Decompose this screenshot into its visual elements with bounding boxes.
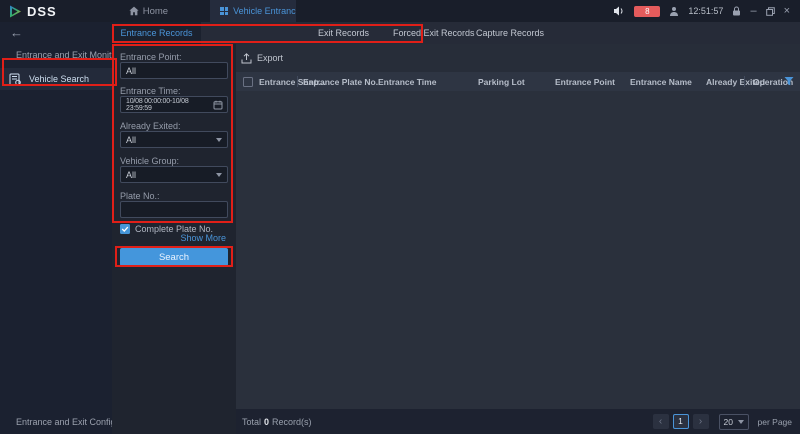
vehicle-group-value: All <box>126 170 136 180</box>
column-entrance-plate-no[interactable]: Entrance Plate No. <box>303 77 378 87</box>
entrance-point-label: Entrance Point: <box>120 52 182 62</box>
module-grid-icon <box>220 7 228 15</box>
entrance-time-value: 10/08 00:00:00-10/08 23:59:59 <box>126 98 211 112</box>
user-icon[interactable] <box>669 6 679 16</box>
column-entrance-name[interactable]: Entrance Name <box>630 77 692 87</box>
brand-name: DSS <box>27 4 57 19</box>
filter-funnel-icon[interactable] <box>784 76 794 86</box>
column-divider <box>744 76 745 87</box>
already-exited-value: All <box>126 135 136 145</box>
results-toolbar: Export <box>236 44 800 72</box>
results-area: Export Entrance Snap... Entrance Plate N… <box>236 44 800 434</box>
pagination-bar: Total 0 Record(s) ‹ 1 › 20 per Page <box>236 409 800 434</box>
entrance-time-input[interactable]: 10/08 00:00:00-10/08 23:59:59 <box>120 96 228 113</box>
show-more-link[interactable]: Show More <box>180 233 226 243</box>
tab-capture-records[interactable]: Capture Records <box>476 22 544 44</box>
home-tab-label: Home <box>143 6 168 17</box>
table-header: Entrance Snap... Entrance Plate No. Entr… <box>236 72 800 91</box>
alarm-count-badge[interactable]: 8 <box>634 6 660 17</box>
sidebar-item-label: Entrance and Exit Monit... <box>16 50 112 60</box>
sidebar-item-label: Vehicle Search <box>29 74 89 84</box>
export-icon <box>241 53 252 64</box>
entrance-time-label: Entrance Time: <box>120 86 181 96</box>
record-tabs: Entrance Records Exit Records Forced Exi… <box>112 22 800 44</box>
system-clock: 12:51:57 <box>688 6 723 16</box>
window-controls: 8 12:51:57 – × <box>613 0 800 22</box>
current-page-button[interactable]: 1 <box>673 414 689 429</box>
dss-logo-icon <box>8 4 23 19</box>
tab-exit-records[interactable]: Exit Records <box>318 22 369 44</box>
pagination-controls: ‹ 1 › 20 per Page <box>653 414 793 430</box>
chevron-down-icon <box>216 138 222 142</box>
sidebar-item-vehicle-search[interactable]: Vehicle Search <box>0 68 112 90</box>
entrance-point-input[interactable] <box>120 62 228 79</box>
lock-icon[interactable] <box>732 6 741 16</box>
plate-no-input[interactable] <box>120 201 228 218</box>
column-entrance-point[interactable]: Entrance Point <box>555 77 615 87</box>
chevron-down-icon <box>216 173 222 177</box>
tab-entrance-records[interactable]: Entrance Records <box>112 22 201 44</box>
sidebar-item-label: Entrance and Exit Config <box>16 417 116 427</box>
window-title-bar: DSS Home Vehicle Entrance an... 8 12:51:… <box>0 0 800 22</box>
already-exited-label: Already Exited: <box>120 121 181 131</box>
vehicle-group-label: Vehicle Group: <box>120 156 179 166</box>
vehicle-entrance-window-tab[interactable]: Vehicle Entrance an... <box>210 0 296 22</box>
checkbox-checked-icon[interactable] <box>120 224 130 234</box>
home-tab[interactable]: Home <box>115 0 182 22</box>
search-button[interactable]: Search <box>120 248 228 266</box>
select-all-checkbox[interactable] <box>243 77 253 87</box>
prev-page-button[interactable]: ‹ <box>653 414 669 429</box>
next-page-button[interactable]: › <box>693 414 709 429</box>
export-button[interactable]: Export <box>257 53 283 63</box>
close-button[interactable]: × <box>784 6 790 17</box>
calendar-icon[interactable] <box>213 100 223 110</box>
dss-application-window: DSS Home Vehicle Entrance an... 8 12:51:… <box>0 0 800 434</box>
restore-button[interactable] <box>766 7 775 16</box>
page-size-select[interactable]: 20 <box>719 414 749 430</box>
column-entrance-time[interactable]: Entrance Time <box>378 77 436 87</box>
left-sidebar: ← Entrance and Exit Monit... Vehicle Sea… <box>0 22 112 434</box>
vehicle-group-select[interactable]: All <box>120 166 228 183</box>
dss-logo: DSS <box>0 0 67 22</box>
speaker-icon[interactable] <box>613 6 625 16</box>
home-icon <box>129 6 139 16</box>
chevron-down-icon <box>738 420 744 424</box>
page-size-value: 20 <box>724 417 733 427</box>
total-count: 0 <box>264 417 269 427</box>
table-body-empty <box>236 91 800 409</box>
search-filter-panel: Entrance Point: Entrance Time: 10/08 00:… <box>112 44 236 434</box>
column-divider <box>297 76 298 87</box>
total-label: Total <box>242 417 261 427</box>
per-page-label: per Page <box>758 417 793 427</box>
minimize-button[interactable]: – <box>750 6 756 17</box>
plate-no-label: Plate No.: <box>120 191 160 201</box>
tab-forced-exit-records[interactable]: Forced Exit Records <box>393 22 475 44</box>
sidebar-item-entrance-exit-monitoring[interactable]: Entrance and Exit Monit... <box>0 44 112 66</box>
sidebar-item-entrance-exit-config[interactable]: Entrance and Exit Config <box>0 416 112 428</box>
vehicle-search-icon <box>9 73 22 86</box>
already-exited-select[interactable]: All <box>120 131 228 148</box>
records-label: Record(s) <box>272 417 312 427</box>
window-tab-label: Vehicle Entrance an... <box>233 6 296 16</box>
back-arrow-button[interactable]: ← <box>10 25 23 40</box>
column-parking-lot[interactable]: Parking Lot <box>478 77 525 87</box>
